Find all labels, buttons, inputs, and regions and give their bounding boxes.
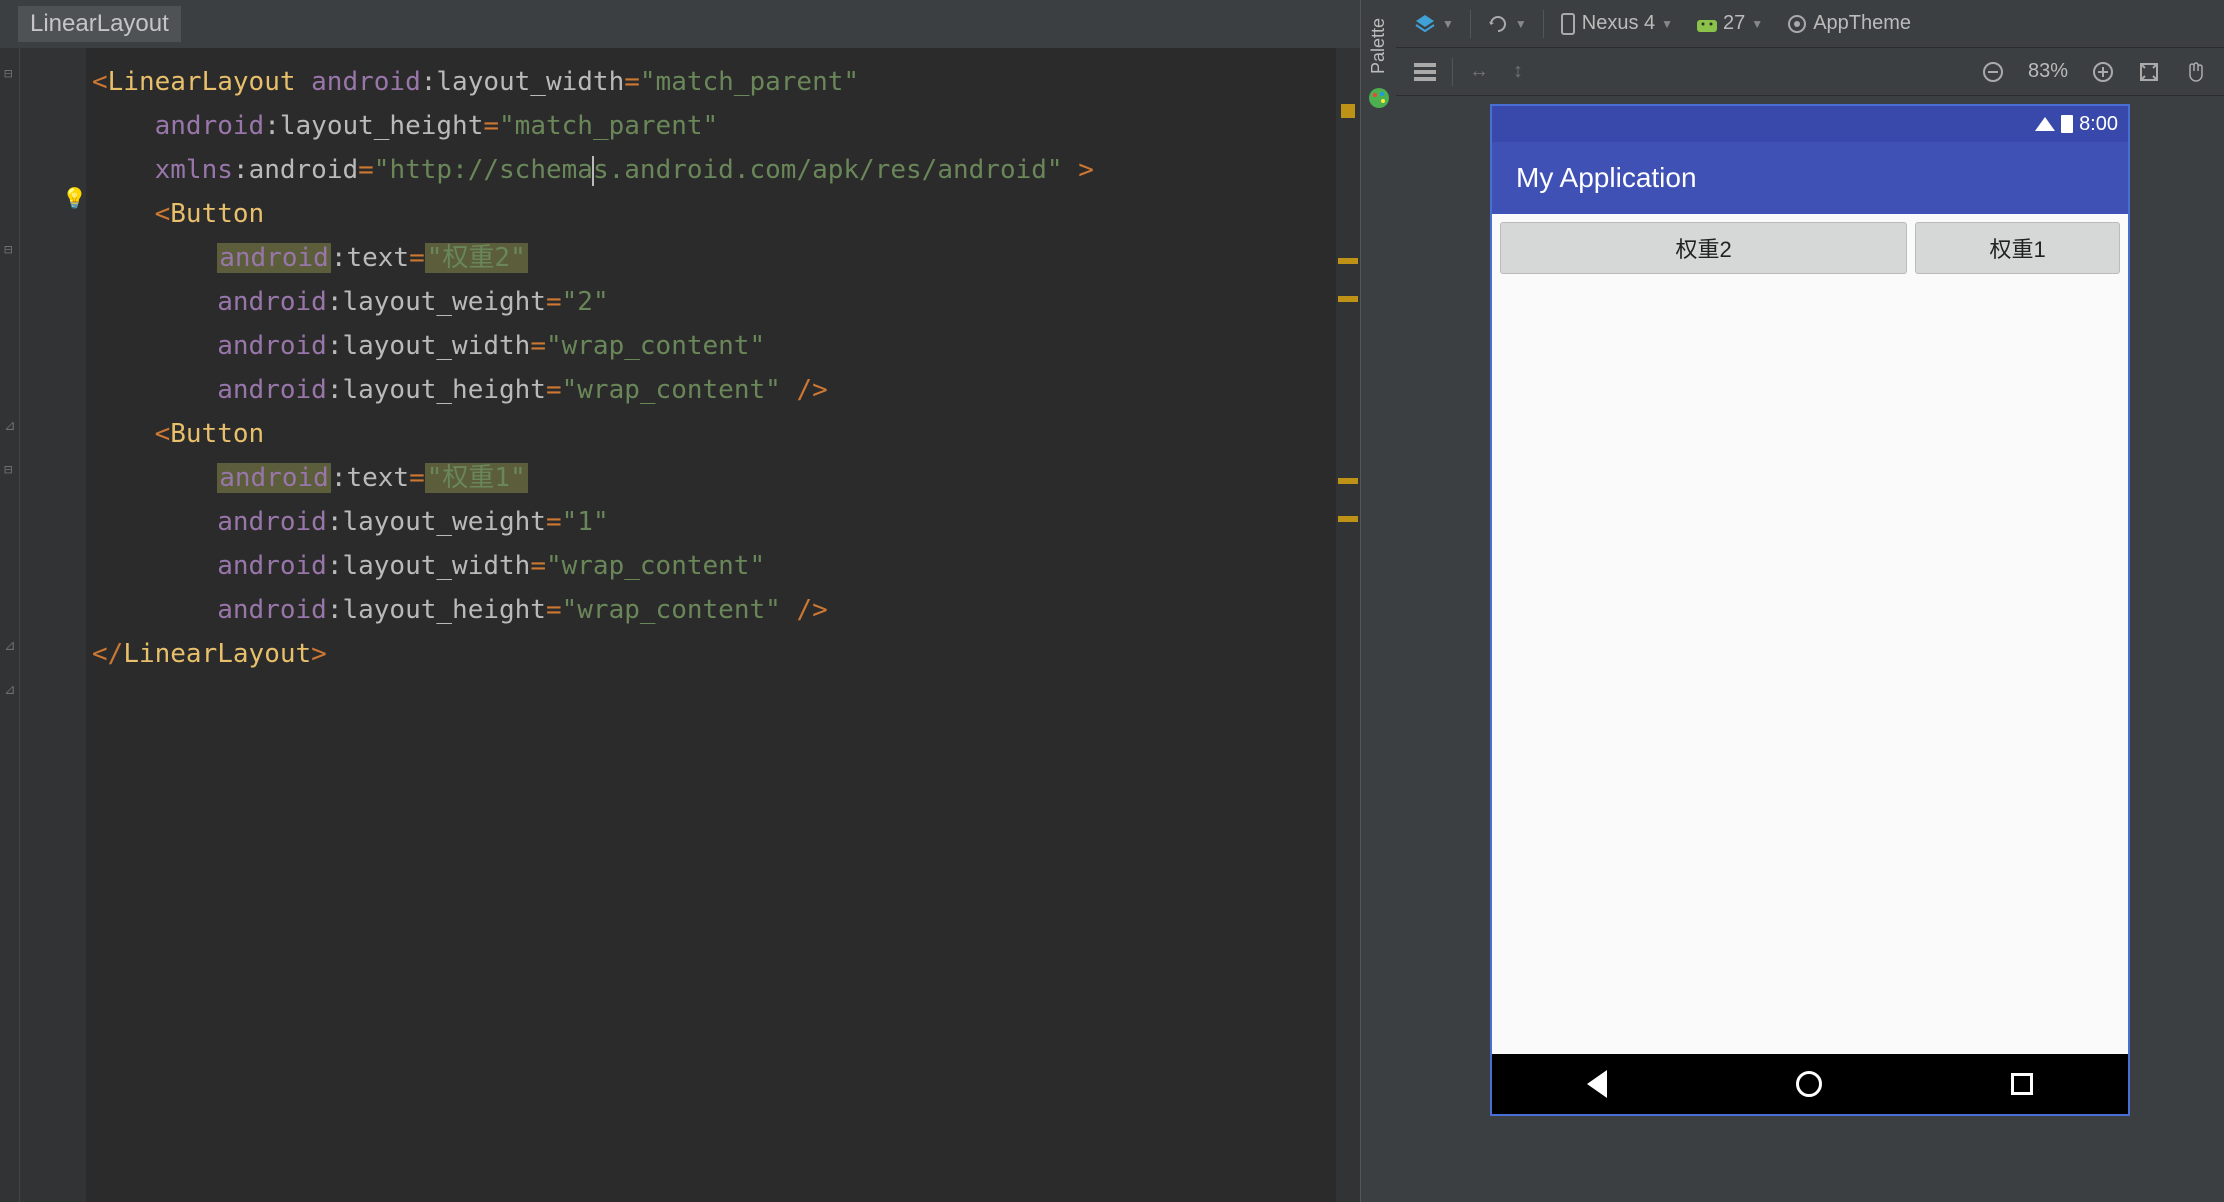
theme-icon [1787, 14, 1807, 34]
chevron-down-icon: ▼ [1751, 17, 1763, 31]
preview-button-weight2[interactable]: 权重2 [1500, 222, 1907, 274]
theme-name: AppTheme [1813, 12, 1911, 35]
preview-button-weight1[interactable]: 权重1 [1915, 222, 2120, 274]
device-name: Nexus 4 [1582, 12, 1655, 35]
button-row: 权重2 权重1 [1500, 222, 2120, 274]
resize-horizontal-button[interactable]: ↔ [1461, 56, 1497, 87]
warning-marker[interactable] [1338, 478, 1358, 484]
fold-icon[interactable]: ⊟ [4, 462, 16, 474]
breadcrumb-bar: LinearLayout [0, 0, 1360, 48]
palette-icon [1367, 86, 1391, 110]
design-toolbar-secondary: ↔ ↕ 83% [1396, 48, 2224, 96]
chevron-down-icon: ▼ [1515, 17, 1527, 31]
lightbulb-icon[interactable]: 💡 [62, 186, 87, 210]
theme-selector[interactable]: AppTheme [1779, 8, 1919, 39]
code-editor-pane: LinearLayout ⊟ ⊟ ⊟ ⊿ ⊿ ⊿ 💡 <LinearLayout… [0, 0, 1360, 1202]
warning-marker[interactable] [1338, 516, 1358, 522]
separator [1452, 58, 1453, 86]
fit-icon [2138, 61, 2160, 83]
api-selector[interactable]: 27 ▼ [1689, 8, 1771, 39]
list-icon [1414, 63, 1436, 81]
layers-dropdown[interactable]: ▼ [1406, 9, 1462, 39]
fold-close-icon[interactable]: ⊿ [4, 418, 16, 430]
zoom-fit-button[interactable] [2130, 57, 2168, 87]
arrows-vertical-icon: ↕ [1513, 60, 1523, 83]
fold-close-icon[interactable]: ⊿ [4, 638, 16, 650]
marker-strip [1336, 48, 1360, 1202]
battery-icon [2061, 115, 2073, 133]
chevron-down-icon: ▼ [1661, 17, 1673, 31]
gutter: 💡 [20, 48, 86, 1202]
device-icon [1560, 12, 1576, 36]
layers-icon [1414, 13, 1436, 35]
warning-marker[interactable] [1338, 258, 1358, 264]
hand-icon [2184, 61, 2206, 83]
nav-recent-icon[interactable] [2011, 1073, 2033, 1095]
zoom-level: 83% [2020, 56, 2076, 87]
app-title: My Application [1516, 162, 1697, 194]
app-bar: My Application [1492, 142, 2128, 214]
fold-gutter: ⊟ ⊟ ⊟ ⊿ ⊿ ⊿ [0, 48, 20, 1202]
separator [1470, 10, 1471, 38]
zoom-out-icon [1982, 61, 2004, 83]
arrows-horizontal-icon: ↔ [1469, 60, 1489, 83]
code-container: ⊟ ⊟ ⊟ ⊿ ⊿ ⊿ 💡 <LinearLayout android:layo… [0, 48, 1360, 1202]
nav-home-icon[interactable] [1796, 1071, 1822, 1097]
warning-marker[interactable] [1338, 296, 1358, 302]
zoom-in-icon [2092, 61, 2114, 83]
resize-vertical-button[interactable]: ↕ [1505, 56, 1531, 87]
status-bar: 8:00 [1492, 106, 2128, 142]
app-content: 权重2 权重1 [1492, 214, 2128, 1054]
separator [1543, 10, 1544, 38]
status-time: 8:00 [2079, 113, 2118, 136]
pan-button[interactable] [2176, 57, 2214, 87]
android-icon [1697, 16, 1717, 32]
zoom-in-button[interactable] [2084, 57, 2122, 87]
fold-close-icon[interactable]: ⊿ [4, 682, 16, 694]
design-preview-panel: ▼ ▼ Nexus 4 ▼ 27 ▼ AppTheme ↔ [1396, 0, 2224, 1202]
warning-marker[interactable] [1341, 104, 1355, 118]
view-mode-button[interactable] [1406, 59, 1444, 85]
fold-icon[interactable]: ⊟ [4, 66, 16, 78]
device-frame: 8:00 My Application 权重2 权重1 [1490, 104, 2130, 1116]
device-selector[interactable]: Nexus 4 ▼ [1552, 8, 1681, 40]
breadcrumb-item[interactable]: LinearLayout [18, 6, 181, 42]
chevron-down-icon: ▼ [1442, 17, 1454, 31]
device-canvas[interactable]: 8:00 My Application 权重2 权重1 [1396, 96, 2224, 1202]
palette-tab[interactable]: Palette [1360, 0, 1396, 1202]
navigation-bar [1492, 1054, 2128, 1114]
design-toolbar: ▼ ▼ Nexus 4 ▼ 27 ▼ AppTheme [1396, 0, 2224, 48]
api-level: 27 [1723, 12, 1745, 35]
code-text-area[interactable]: <LinearLayout android:layout_width="matc… [86, 48, 1360, 1202]
fold-icon[interactable]: ⊟ [4, 242, 16, 254]
palette-label: Palette [1368, 18, 1389, 74]
rotate-icon [1487, 13, 1509, 35]
orientation-dropdown[interactable]: ▼ [1479, 9, 1535, 39]
signal-icon [2035, 117, 2055, 131]
zoom-out-button[interactable] [1974, 57, 2012, 87]
nav-back-icon[interactable] [1587, 1070, 1607, 1098]
